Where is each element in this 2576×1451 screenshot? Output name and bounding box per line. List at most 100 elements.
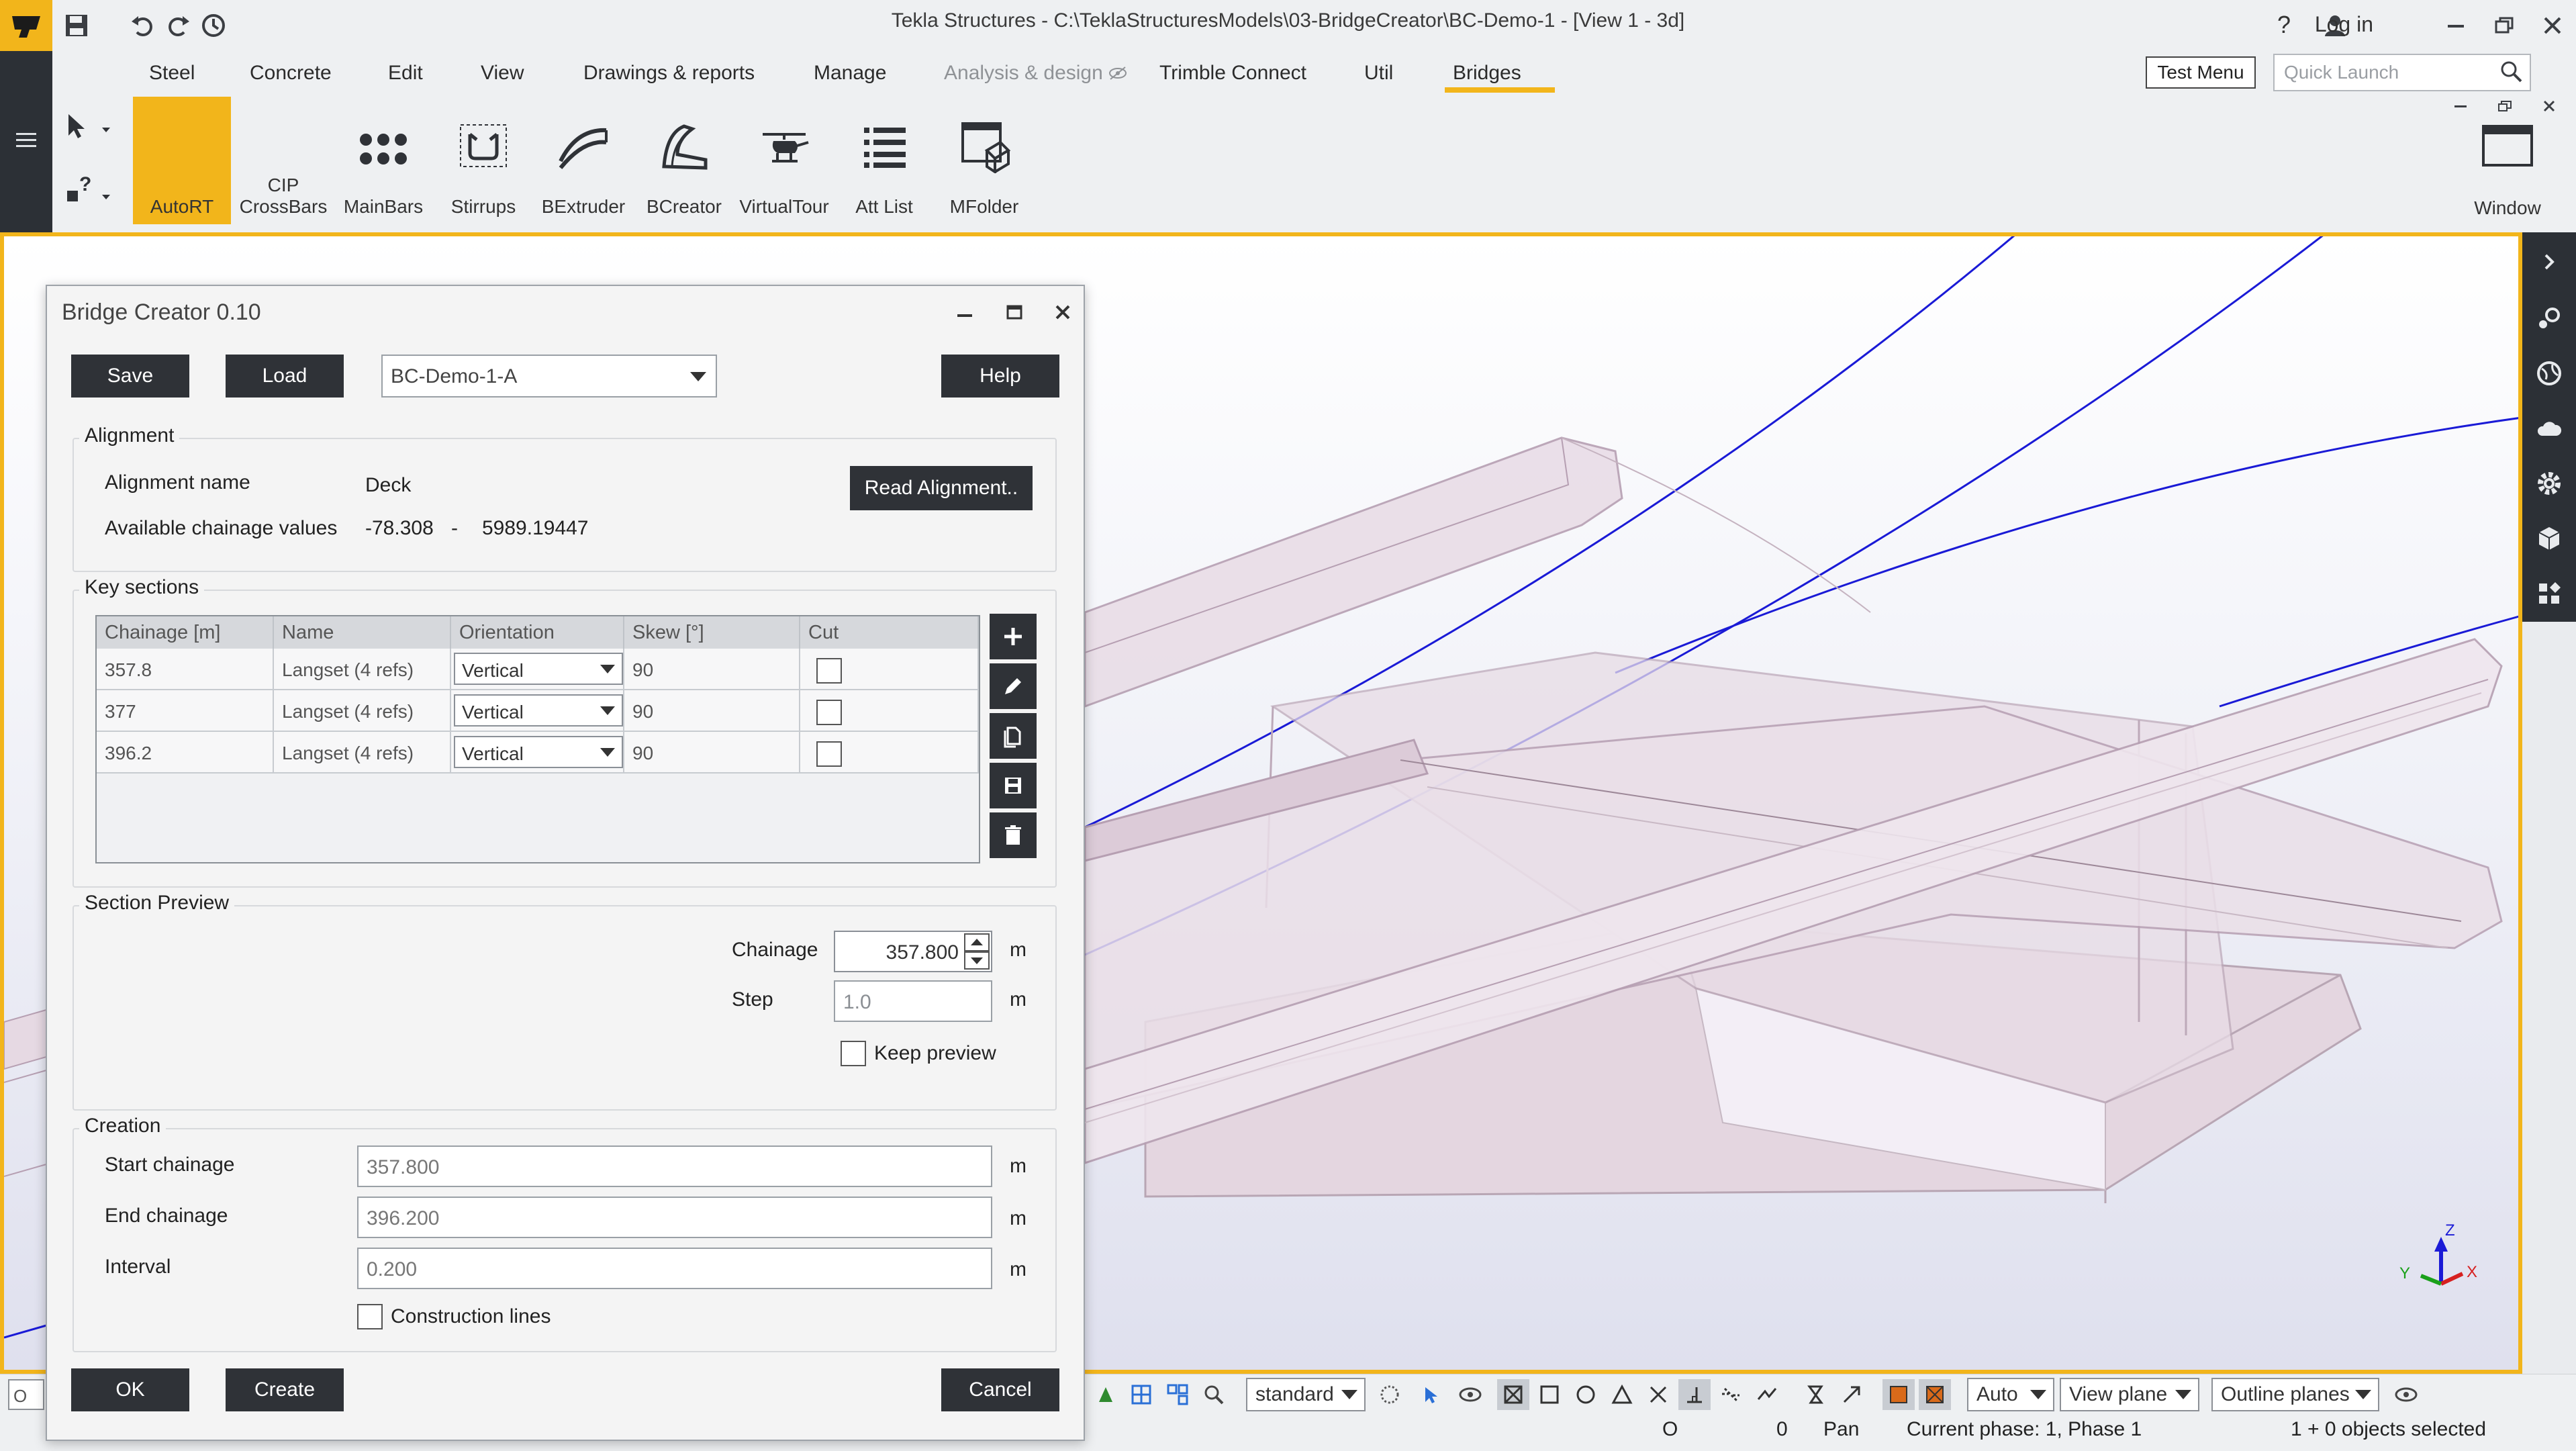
column-header-cut[interactable]: Cut xyxy=(800,616,979,649)
column-header-skew[interactable]: Skew [°] xyxy=(624,616,800,649)
multi-grid-icon[interactable] xyxy=(1161,1379,1194,1410)
visibility-eye-icon[interactable] xyxy=(1454,1379,1486,1410)
expand-chevron-icon[interactable] xyxy=(2522,236,2576,287)
dialog-maximize-icon[interactable] xyxy=(998,295,1031,329)
ok-button[interactable]: OK xyxy=(71,1368,189,1411)
read-alignment-button[interactable]: Read Alignment.. xyxy=(850,466,1033,510)
ribbon-virtualtour-button[interactable]: VirtualTour xyxy=(735,97,833,224)
components-icon[interactable] xyxy=(2522,568,2576,619)
menu-analysis-design[interactable]: Analysis & design xyxy=(944,62,1103,85)
ribbon-cip-crossbars-button[interactable]: CIP CrossBars xyxy=(234,97,332,224)
cut-checkbox[interactable] xyxy=(816,741,842,767)
create-button[interactable]: Create xyxy=(226,1368,344,1411)
table-cell-chainage[interactable]: 377 xyxy=(97,690,274,732)
snap-help-icon[interactable]: ? xyxy=(59,172,117,219)
close-icon[interactable] xyxy=(2535,8,2570,43)
key-sections-table[interactable]: Chainage [m] Name Orientation Skew [°] C… xyxy=(95,615,980,863)
snap-triangle-icon[interactable] xyxy=(1606,1379,1638,1410)
copy-row-button[interactable] xyxy=(990,713,1037,759)
rotate-tool-icon[interactable] xyxy=(1089,1379,1121,1410)
login-link[interactable]: Log in xyxy=(2315,12,2373,37)
ribbon-autort-button[interactable]: AutoRT xyxy=(133,97,231,224)
cut-checkbox[interactable] xyxy=(816,658,842,684)
dialog-minimize-icon[interactable] xyxy=(948,295,982,329)
menu-util[interactable]: Util xyxy=(1364,62,1393,85)
select-pointer-icon[interactable] xyxy=(59,105,117,152)
snap-hourglass-icon[interactable] xyxy=(1799,1379,1831,1410)
snap-depth-select[interactable]: Auto xyxy=(1967,1378,2054,1411)
ribbon-window-button[interactable]: Window xyxy=(2457,97,2558,224)
ribbon-bcreator-button[interactable]: BCreator xyxy=(635,97,733,224)
table-cell-skew[interactable]: 90 xyxy=(624,649,800,690)
help-button[interactable]: Help xyxy=(941,355,1059,397)
ribbon-stirrups-button[interactable]: Stirrups xyxy=(434,97,532,224)
snap-line-arrow-icon[interactable] xyxy=(1835,1379,1868,1410)
snap-reference-icon[interactable] xyxy=(1497,1379,1529,1410)
orientation-select[interactable]: Vertical xyxy=(454,694,623,727)
render-pattern-icon[interactable] xyxy=(1374,1379,1406,1410)
zoom-icon[interactable] xyxy=(1198,1379,1230,1410)
snap-center-icon[interactable] xyxy=(1570,1379,1602,1410)
cancel-button[interactable]: Cancel xyxy=(941,1368,1059,1411)
ribbon-mfolder-button[interactable]: MFolder xyxy=(935,97,1033,224)
outline-planes-select[interactable]: Outline planes xyxy=(2211,1378,2379,1411)
table-cell-name[interactable]: Langset (4 refs) xyxy=(274,732,451,774)
save-row-button[interactable] xyxy=(990,763,1037,808)
step-input[interactable]: 1.0 xyxy=(834,980,992,1022)
menu-trimble-connect[interactable]: Trimble Connect xyxy=(1159,62,1306,85)
menu-drawings-reports[interactable]: Drawings & reports xyxy=(583,62,755,85)
snap-select-plane-icon[interactable] xyxy=(1919,1379,1951,1410)
help-icon[interactable]: ? xyxy=(2277,11,2291,39)
plane-select[interactable]: View plane xyxy=(2060,1378,2199,1411)
hamburger-icon[interactable] xyxy=(15,130,38,150)
menu-bridges[interactable]: Bridges xyxy=(1445,62,1555,93)
interval-input[interactable]: 0.200 xyxy=(357,1248,992,1289)
orientation-select[interactable]: Vertical xyxy=(454,736,623,768)
dialog-close-icon[interactable] xyxy=(1046,295,1080,329)
construction-lines-checkbox[interactable] xyxy=(357,1304,383,1329)
menu-edit[interactable]: Edit xyxy=(388,62,423,85)
column-header-name[interactable]: Name xyxy=(274,616,451,649)
add-row-button[interactable] xyxy=(990,614,1037,659)
snap-geometry-icon[interactable] xyxy=(1533,1379,1566,1410)
start-chainage-input[interactable]: 357.800 xyxy=(357,1145,992,1187)
restore-icon[interactable] xyxy=(2487,8,2522,43)
minimize-icon[interactable] xyxy=(2438,8,2473,43)
edit-row-button[interactable] xyxy=(990,663,1037,709)
command-input[interactable]: O N xyxy=(8,1379,44,1410)
view-style-select[interactable]: standard xyxy=(1246,1378,1366,1411)
table-cell-name[interactable]: Langset (4 refs) xyxy=(274,649,451,690)
grid-select-icon[interactable] xyxy=(1125,1379,1157,1410)
table-cell-chainage[interactable]: 357.8 xyxy=(97,649,274,690)
display-eye-icon[interactable] xyxy=(2390,1379,2422,1410)
cut-checkbox[interactable] xyxy=(816,700,842,725)
snap-plane-icon[interactable] xyxy=(1882,1379,1915,1410)
snap-intersection-icon[interactable] xyxy=(1642,1379,1674,1410)
column-header-chainage[interactable]: Chainage [m] xyxy=(97,616,274,649)
settings-gear-icon[interactable] xyxy=(2522,458,2576,509)
orientation-select[interactable]: Vertical xyxy=(454,653,623,685)
ribbon-mainbars-button[interactable]: MainBars xyxy=(334,97,432,224)
load-button[interactable]: Load xyxy=(226,355,344,397)
construction-lines-label[interactable]: Construction lines xyxy=(391,1305,551,1328)
save-button[interactable]: Save xyxy=(71,355,189,397)
end-chainage-input[interactable]: 396.200 xyxy=(357,1197,992,1238)
globe-icon[interactable] xyxy=(2522,348,2576,399)
table-cell-chainage[interactable]: 396.2 xyxy=(97,732,274,774)
cloud-icon[interactable] xyxy=(2522,403,2576,454)
snap-any-icon[interactable] xyxy=(1751,1379,1783,1410)
menu-view[interactable]: View xyxy=(481,62,524,85)
ribbon-attlist-button[interactable]: Att List xyxy=(835,97,933,224)
table-cell-name[interactable]: Langset (4 refs) xyxy=(274,690,451,732)
snap-pointer-icon[interactable] xyxy=(1414,1379,1446,1410)
quick-launch-input[interactable]: Quick Launch xyxy=(2273,54,2531,91)
menu-manage[interactable]: Manage xyxy=(814,62,886,85)
column-header-orientation[interactable]: Orientation xyxy=(451,616,624,649)
menu-concrete[interactable]: Concrete xyxy=(250,62,332,85)
snap-extension-icon[interactable] xyxy=(1715,1379,1747,1410)
properties-icon[interactable] xyxy=(2522,293,2576,344)
table-cell-skew[interactable]: 90 xyxy=(624,690,800,732)
table-cell-skew[interactable]: 90 xyxy=(624,732,800,774)
menu-steel[interactable]: Steel xyxy=(149,62,195,85)
delete-row-button[interactable] xyxy=(990,812,1037,858)
